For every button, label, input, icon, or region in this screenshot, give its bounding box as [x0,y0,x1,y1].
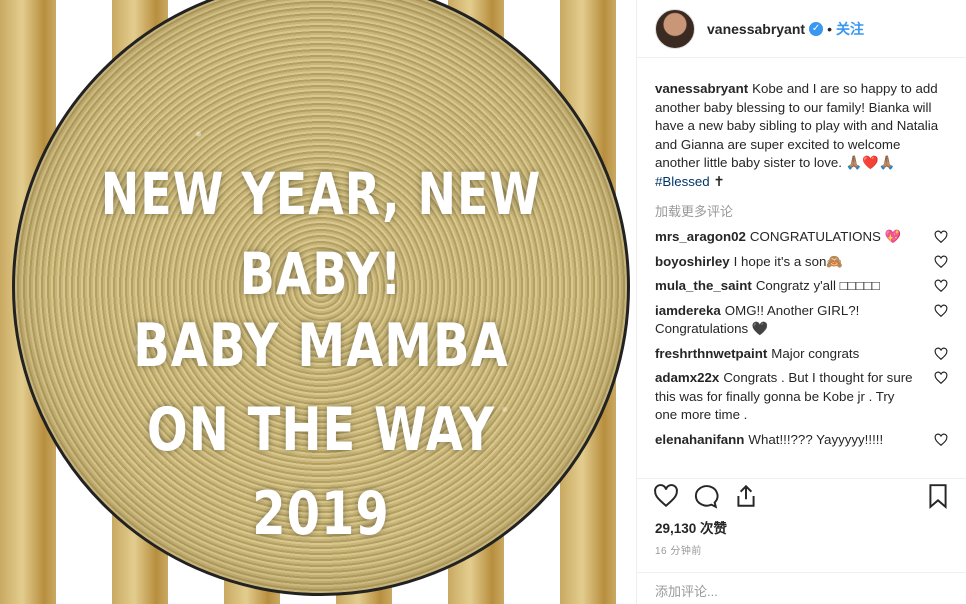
follow-button[interactable]: 关注 [836,19,864,39]
caption-username[interactable]: vanessabryant [655,81,748,96]
comment-bubble-icon[interactable] [693,483,719,509]
comment-text: Congratz y'all □□□□□ [755,278,880,293]
comment-text: I hope it's a son🙈 [733,253,843,269]
comment-username[interactable]: boyoshirley [655,254,730,269]
heart-outline-icon[interactable] [934,304,948,318]
comment-row: freshrthnwetpaint Major congrats [655,345,948,364]
heart-outline-icon[interactable] [934,255,948,269]
heart-outline-icon[interactable] [934,279,948,293]
comment-username[interactable]: mrs_aragon02 [655,229,746,244]
share-icon[interactable] [733,483,759,509]
comment-username[interactable]: iamdereka [655,303,721,318]
image-line-4: 2019 [252,479,390,549]
hashtag-link[interactable]: #Blessed [655,174,710,189]
heart-outline-icon[interactable] [934,230,948,244]
comment-username[interactable]: adamx22x [655,370,719,385]
verified-badge-icon: ✓ [809,21,824,36]
image-text: NEW YEAR, NEW BABY! BABY MAMBA ON THE WA… [12,160,630,556]
comment-row: boyoshirley I hope it's a son🙈 [655,253,948,272]
action-bar [637,478,966,512]
caption: vanessabryant Kobe and I are so happy to … [655,80,948,191]
avatar[interactable] [655,8,695,49]
comment-text: What!!!??? Yayyyyy!!!!! [748,431,884,447]
caption-tail: ✝ [709,173,725,189]
comment-row: mula_the_saint Congratz y'all □□□□□ [655,277,948,296]
post-timestamp: 16 分钟前 [655,546,702,557]
heart-outline-icon[interactable] [934,347,948,361]
comment-username[interactable]: freshrthnwetpaint [655,346,767,361]
like-heart-icon[interactable] [653,483,679,509]
comment-row: iamdereka OMG!! Another GIRL?! Congratula… [655,302,948,339]
bookmark-icon[interactable] [925,483,951,509]
heart-outline-icon[interactable] [934,433,948,447]
comment-row: adamx22x Congrats . But I thought for sur… [655,369,948,425]
header-username[interactable]: vanessabryant [707,21,805,37]
comment-row: mrs_aragon02 CONGRATULATIONS 💖 [655,228,948,247]
add-comment-input[interactable]: 添加评论... [637,572,966,604]
heart-outline-icon[interactable] [934,371,948,385]
post-header: vanessabryant ✓ • 关注 [637,0,966,58]
comments-section[interactable]: vanessabryant Kobe and I are so happy to … [637,58,966,478]
comment-username[interactable]: elenahanifann [655,432,744,447]
separator-dot: • [827,20,832,37]
comment-text: Major congrats [771,345,860,361]
load-more-comments[interactable]: 加载更多评论 [655,201,948,220]
like-count[interactable]: 29,130 次赞 [655,517,727,537]
post-side-panel: vanessabryant ✓ • 关注 vanessabryant Kobe a… [636,0,966,604]
comment-text: CONGRATULATIONS 💖 [749,229,902,244]
image-line-1: NEW YEAR, NEW BABY! [100,160,542,308]
post-image[interactable]: NEW YEAR, NEW BABY! BABY MAMBA ON THE WA… [0,0,636,604]
comment-username[interactable]: mula_the_saint [655,278,752,293]
comment-row: elenahanifann What!!!??? Yayyyyy!!!!! [655,431,948,450]
